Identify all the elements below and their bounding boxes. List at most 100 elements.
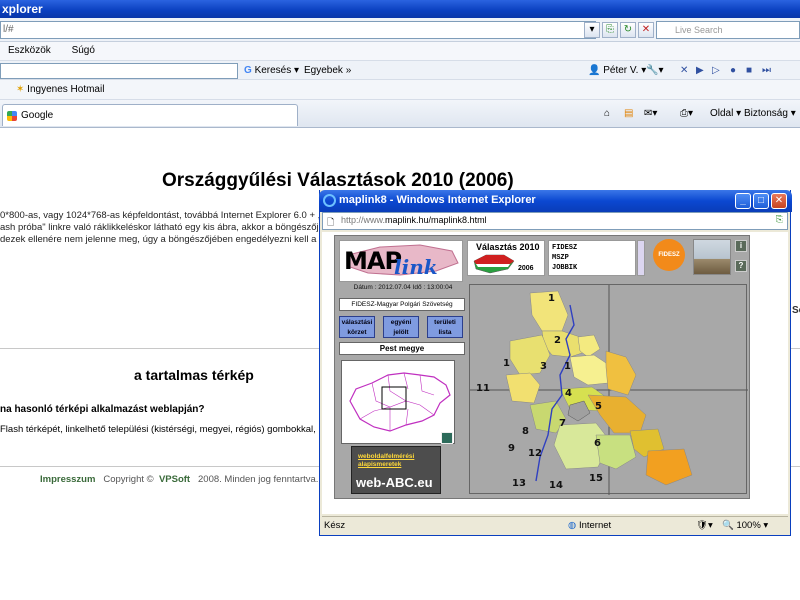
hungary-outline-icon <box>349 372 451 432</box>
tab-bar: Google ⌂ ▤ ✉▾ ⎙▾ Oldal ▾ Biztonság ▾ <box>0 100 800 128</box>
google-more-button[interactable]: Egyebek » <box>304 65 351 76</box>
info-line-1: 0*800-as, vagy 1024*768-as képfeldontást… <box>0 210 321 221</box>
district-label[interactable]: 12 <box>528 448 542 459</box>
party-item[interactable]: MSZP <box>552 253 635 263</box>
google-favicon-icon <box>7 111 17 121</box>
overview-map[interactable] <box>341 360 455 444</box>
google-search-button[interactable]: G Keresés ▾ <box>244 65 299 76</box>
refresh-icon[interactable]: ↻ <box>620 22 636 38</box>
page-menu[interactable]: Oldal ▾ <box>710 108 741 119</box>
district-label[interactable]: 1 <box>564 361 571 372</box>
popup-title: maplink8 - Windows Internet Explorer <box>339 194 536 206</box>
maplink-popup-window: maplink8 - Windows Internet Explorer _ □… <box>319 190 792 536</box>
district-label[interactable]: 3 <box>540 361 547 372</box>
info-icon[interactable]: i <box>735 240 747 252</box>
copyright-text: Copyright © <box>103 474 154 485</box>
tab-google[interactable]: Google <box>2 104 298 126</box>
address-dropdown-icon[interactable]: ▾ <box>584 22 600 38</box>
district-label[interactable]: 6 <box>594 438 601 449</box>
google-g-icon: G <box>244 65 252 76</box>
help-icon[interactable]: ? <box>735 260 747 272</box>
district-label[interactable]: 15 <box>589 473 603 484</box>
district-label[interactable]: 1 <box>548 293 555 304</box>
user-menu[interactable]: 👤 Péter V. ▾ <box>588 65 646 76</box>
district-label[interactable]: 1 <box>503 358 510 369</box>
vpsoft-link[interactable]: VPSoft <box>159 474 190 485</box>
record-icon[interactable]: ● <box>730 65 736 76</box>
district-label[interactable]: 8 <box>522 426 529 437</box>
links-bar: ✶ Ingyenes Hotmail <box>0 80 800 100</box>
impressum-link[interactable]: Impresszum <box>40 474 95 485</box>
maplink-logo: MAP link <box>339 240 463 282</box>
party-item[interactable]: JOBBIK <box>552 263 635 273</box>
pest-county-map: 1123111451076891213141516 <box>470 285 748 495</box>
home-icon[interactable]: ⌂ <box>604 108 610 119</box>
party-list[interactable]: FIDESZ MSZP JOBBIK <box>548 240 636 276</box>
zoom-control[interactable]: 🔍 100% ▾ <box>722 520 768 531</box>
web-abc-banner[interactable]: weboldalfelmérési alapismeretek web-ABC.… <box>351 446 441 494</box>
selected-party-name: FIDESZ-Magyar Polgári Szövetség <box>339 298 465 311</box>
mail-icon[interactable]: ✉▾ <box>644 108 657 119</box>
google-toolbar: G Keresés ▾ Egyebek » 👤 Péter V. ▾ 🔧▾ ✕ … <box>0 60 800 80</box>
tools-wrench-icon[interactable]: 🔧▾ <box>646 65 663 76</box>
hotmail-link[interactable]: ✶ Ingyenes Hotmail <box>16 84 104 95</box>
popup-address-bar[interactable]: 🗋 http://www.maplink.hu/maplink8.html ⎘ <box>322 212 788 230</box>
zoom-icon: 🔍 <box>722 520 734 531</box>
district-label[interactable]: 2 <box>554 335 561 346</box>
window-title-bar: xplorer <box>0 0 800 18</box>
safety-menu[interactable]: Biztonság ▾ <box>744 108 796 119</box>
print-icon[interactable]: ⎙▾ <box>680 108 693 119</box>
minimize-button[interactable]: _ <box>735 193 751 209</box>
county-label: Pest megye <box>339 342 465 355</box>
election-selector[interactable]: Választás 2010 2006 <box>467 240 545 276</box>
skip-icon[interactable]: ⏭ <box>762 65 771 76</box>
address-toolbar: l/# ▾ ⎘ ↻ ✕ Live Search <box>0 18 800 42</box>
compatibility-icon[interactable]: ⎘ <box>602 22 618 38</box>
window-title: xplorer <box>2 2 43 16</box>
media-close-icon[interactable]: ✕ <box>680 65 688 76</box>
main-county-map[interactable]: 1123111451076891213141516 <box>469 284 748 495</box>
party-item[interactable]: FIDESZ <box>552 243 635 253</box>
status-text: Kész <box>324 520 346 531</box>
district-label[interactable]: 9 <box>508 443 515 454</box>
candidate-button[interactable]: egyéni jelölt <box>383 316 419 338</box>
close-button[interactable]: ✕ <box>771 193 787 209</box>
district-label[interactable]: 7 <box>559 418 566 429</box>
district-label[interactable]: 4 <box>565 388 572 399</box>
live-search-input[interactable]: Live Search <box>656 21 800 39</box>
fidesz-logo: FIDESZ <box>653 239 685 271</box>
date-time: Dátum : 2012.07.04 Idő : 13:00:04 <box>353 284 453 291</box>
menu-help[interactable]: Súgó <box>72 45 95 56</box>
district-label[interactable]: 13 <box>512 478 526 489</box>
user-icon: 👤 <box>588 65 601 76</box>
district-button[interactable]: választási körzet <box>339 316 375 338</box>
stop-square-icon[interactable]: ■ <box>746 65 752 76</box>
play-icon[interactable]: ▶ <box>696 65 704 76</box>
feeds-icon[interactable]: ▤ <box>624 108 633 119</box>
maplink-app: MAP link Választás 2010 2006 FIDESZ MSZP… <box>334 235 750 499</box>
protected-mode-icon[interactable]: 🛡▾ <box>696 520 713 531</box>
paragraph-text: Flash térképét, linkelhető települési (k… <box>0 424 324 435</box>
question-text: na hasonló térképi alkalmazást weblapján… <box>0 404 205 415</box>
stop-icon[interactable]: ✕ <box>638 22 654 38</box>
popup-compat-icon[interactable]: ⎘ <box>776 214 783 225</box>
popup-title-bar[interactable]: maplink8 - Windows Internet Explorer _ □… <box>319 190 792 212</box>
ie-logo-icon <box>323 194 336 207</box>
district-label[interactable]: 11 <box>476 383 490 394</box>
district-label[interactable]: 14 <box>549 480 563 491</box>
party-list-scrollbar[interactable] <box>637 240 645 276</box>
overview-tool-icon[interactable] <box>441 432 453 444</box>
maximize-button[interactable]: □ <box>753 193 769 209</box>
parliament-photo <box>693 239 731 275</box>
section-title: a tartalmas térkép <box>134 367 254 383</box>
page-icon: 🗋 <box>327 217 335 227</box>
info-line-2: ash próba" linkre való ráklikkeléskor lá… <box>0 222 324 233</box>
list-button[interactable]: területi lista <box>427 316 463 338</box>
google-search-input[interactable] <box>0 63 238 79</box>
next-icon[interactable]: ▷ <box>712 65 720 76</box>
menu-tools[interactable]: Eszközök <box>8 45 51 56</box>
district-label[interactable]: 5 <box>595 401 602 412</box>
zone-indicator: ◍ Internet <box>568 520 612 531</box>
page-title: Országgyűlési Választások 2010 (2006) <box>162 170 514 191</box>
address-input[interactable]: l/# <box>0 21 596 39</box>
